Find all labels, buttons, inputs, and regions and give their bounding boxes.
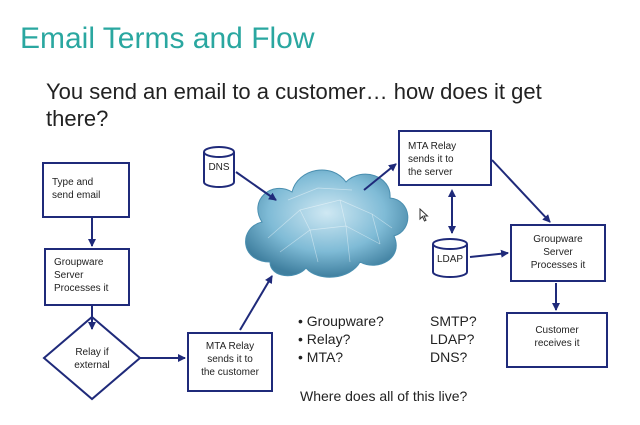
arrow-ldap-to-groupware — [469, 249, 509, 258]
closing-question: Where does all of this live? — [300, 388, 468, 404]
groupware-server-right-box: Groupware Server Processes it — [510, 224, 606, 282]
question-mta: • MTA? — [298, 349, 344, 365]
mta-relay-server-box: MTA Relay sends it to the server — [398, 130, 492, 186]
question-dns: DNS? — [430, 349, 468, 365]
type-send-email-box: Type and send email — [42, 162, 130, 218]
arrow-mta-to-cloud — [239, 275, 273, 331]
relay-external-label: Relay if external — [74, 347, 110, 371]
internet-cloud-icon — [245, 169, 409, 278]
ldap-label: LDAP — [436, 254, 464, 265]
question-groupware: • Groupware? — [298, 313, 384, 329]
groupware-server-left-box: Groupware Server Processes it — [44, 248, 130, 306]
question-list-right: SMTP? LDAP? DNS? — [430, 312, 477, 366]
arrow-dns-to-cloud — [235, 171, 277, 201]
mta-relay-customer-box: MTA Relay sends it to the customer — [187, 332, 273, 392]
question-ldap: LDAP? — [430, 331, 475, 347]
arrow-mta-relay-to-groupware — [491, 159, 551, 223]
question-list-left: • Groupware? • Relay? • MTA? — [298, 312, 384, 366]
mouse-pointer-icon — [419, 208, 429, 222]
dns-label: DNS — [208, 162, 230, 173]
customer-receives-box: Customer receives it — [506, 312, 608, 368]
question-smtp: SMTP? — [430, 313, 477, 329]
question-relay: • Relay? — [298, 331, 351, 347]
